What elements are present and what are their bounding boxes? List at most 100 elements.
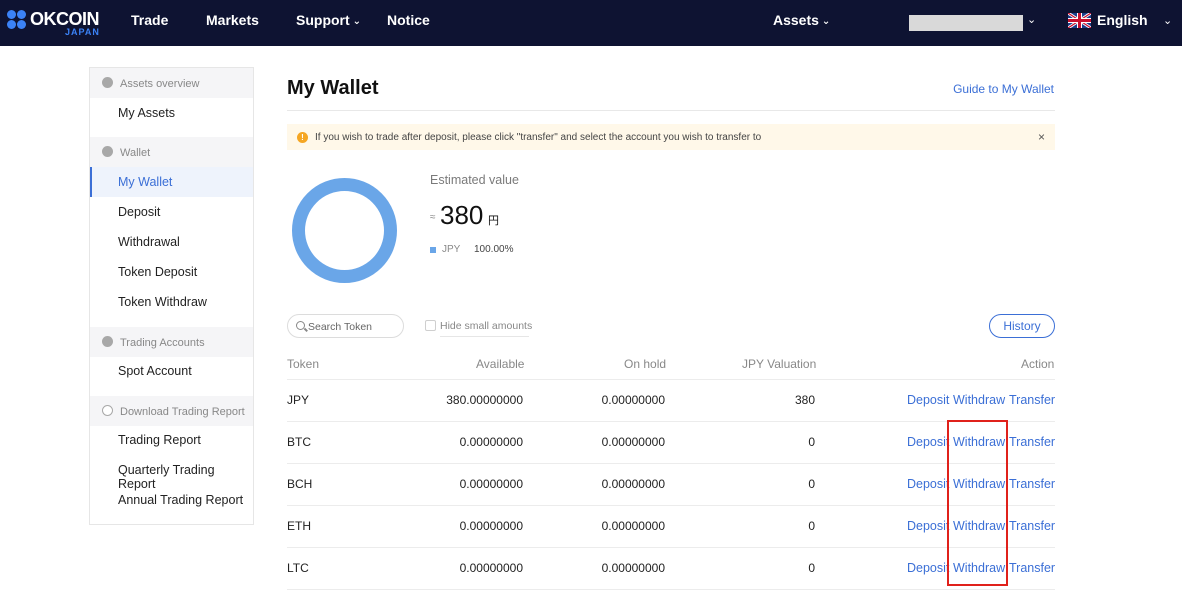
withdraw-link[interactable]: Withdraw <box>953 393 1005 407</box>
transfer-link[interactable]: Transfer <box>1009 519 1055 533</box>
token-cell: LTC <box>287 561 309 575</box>
available-cell: 380.00000000 <box>446 393 523 407</box>
nav-assets[interactable]: Assets ⌄ <box>773 12 830 28</box>
token-cell: BTC <box>287 435 311 449</box>
available-cell: 0.00000000 <box>459 519 523 533</box>
divider <box>440 336 529 337</box>
nav-trade-label: Trade <box>131 12 169 28</box>
sidebar-item-my-assets[interactable]: My Assets <box>90 98 253 128</box>
nav-trade[interactable]: Trade <box>131 12 168 28</box>
sidebar-item-label: Withdrawal <box>118 235 180 249</box>
sidebar-item-token-deposit[interactable]: Token Deposit <box>90 257 253 287</box>
transfer-link[interactable]: Transfer <box>1009 393 1055 407</box>
chevron-down-icon[interactable]: ⌄ <box>1027 13 1036 26</box>
token-cell: JPY <box>287 393 310 407</box>
sidebar-item-label: My Wallet <box>118 175 173 189</box>
sidebar-section-label: Wallet <box>120 147 151 159</box>
divider <box>287 379 1055 380</box>
valuation-cell: 380 <box>794 393 815 407</box>
logo-dots-icon <box>7 10 29 32</box>
nav-support-label: Support <box>296 12 350 28</box>
legend-swatch <box>430 247 436 253</box>
col-header-on-hold: On hold <box>624 357 667 371</box>
warning-icon: ! <box>297 132 308 143</box>
guide-link[interactable]: Guide to My Wallet <box>953 82 1054 96</box>
nav-markets[interactable]: Markets <box>206 12 259 28</box>
sidebar-item-my-wallet[interactable]: My Wallet <box>90 167 253 197</box>
transfer-link[interactable]: Transfer <box>1009 561 1055 575</box>
nav-notice-label: Notice <box>387 12 430 28</box>
hide-small-checkbox[interactable] <box>425 320 436 331</box>
close-icon[interactable]: × <box>1038 130 1045 144</box>
on-hold-cell: 0.00000000 <box>601 393 665 407</box>
valuation-cell: 0 <box>808 519 815 533</box>
trading-accounts-icon <box>102 336 113 347</box>
search-input[interactable]: Search Token <box>287 314 404 338</box>
deposit-link[interactable]: Deposit <box>907 561 949 575</box>
sidebar-item-spot-account[interactable]: Spot Account <box>90 356 253 386</box>
divider <box>287 110 1055 111</box>
okcoin-logo[interactable]: OKCOIN JAPAN <box>7 8 127 38</box>
on-hold-cell: 0.00000000 <box>601 435 665 449</box>
nav-notice[interactable]: Notice <box>387 12 430 28</box>
valuation-cell: 0 <box>808 561 815 575</box>
sidebar-item-token-withdraw[interactable]: Token Withdraw <box>90 287 253 317</box>
divider <box>287 505 1055 506</box>
allocation-donut <box>292 178 397 283</box>
available-cell: 0.00000000 <box>459 561 523 575</box>
nav-support[interactable]: Support ⌄ <box>296 12 361 28</box>
sidebar-item-trading-report[interactable]: Trading Report <box>90 425 253 455</box>
history-button[interactable]: History <box>989 314 1055 338</box>
chevron-down-icon[interactable]: ⌄ <box>1163 14 1172 27</box>
sidebar-item-annual-report[interactable]: Annual Trading Report <box>90 485 253 515</box>
nav-assets-label: Assets <box>773 12 819 28</box>
search-placeholder: Search Token <box>308 321 373 333</box>
deposit-link[interactable]: Deposit <box>907 393 949 407</box>
sidebar-section-label: Trading Accounts <box>120 337 205 349</box>
token-cell: ETH <box>287 519 311 533</box>
sidebar-item-withdrawal[interactable]: Withdrawal <box>90 227 253 257</box>
sidebar-section-assets-overview: Assets overview <box>90 68 253 98</box>
top-nav: OKCOIN JAPAN Trade Markets Support ⌄ Noti… <box>0 0 1182 46</box>
language-label[interactable]: English <box>1097 12 1148 28</box>
user-account-redacted[interactable] <box>909 15 1023 31</box>
donut-ring-jpy <box>292 178 397 283</box>
divider <box>287 421 1055 422</box>
hide-small-label[interactable]: Hide small amounts <box>440 320 532 332</box>
page-title: My Wallet <box>287 77 379 99</box>
divider <box>287 463 1055 464</box>
on-hold-cell: 0.00000000 <box>601 477 665 491</box>
col-header-action: Action <box>1021 357 1055 371</box>
deposit-link[interactable]: Deposit <box>907 519 949 533</box>
deposit-link[interactable]: Deposit <box>907 435 949 449</box>
sidebar-item-label: My Assets <box>118 106 175 120</box>
sidebar-item-label: Trading Report <box>118 433 201 447</box>
wallet-icon <box>102 146 113 157</box>
sidebar-item-deposit[interactable]: Deposit <box>90 197 253 227</box>
deposit-link[interactable]: Deposit <box>907 477 949 491</box>
divider <box>287 589 1055 590</box>
transfer-link[interactable]: Transfer <box>1009 435 1055 449</box>
approx-symbol: ≈ <box>430 212 436 223</box>
transfer-link[interactable]: Transfer <box>1009 477 1055 491</box>
sidebar: Assets overview My Assets Wallet My Wall… <box>89 67 254 525</box>
notice-banner: ! If you wish to trade after deposit, pl… <box>287 124 1055 150</box>
valuation-cell: 0 <box>808 477 815 491</box>
estimated-value-label: Estimated value <box>430 173 519 187</box>
sidebar-section-trading-accounts: Trading Accounts <box>90 327 253 357</box>
on-hold-cell: 0.00000000 <box>601 561 665 575</box>
sidebar-item-quarterly-report[interactable]: Quarterly Trading Report <box>90 455 253 491</box>
uk-flag-icon[interactable] <box>1068 13 1091 28</box>
chevron-down-icon: ⌄ <box>821 16 831 27</box>
nav-markets-label: Markets <box>206 12 259 28</box>
withdraw-highlight-box <box>947 420 1008 586</box>
available-cell: 0.00000000 <box>459 435 523 449</box>
col-header-available: Available <box>476 357 525 371</box>
legend-percent: 100.00% <box>474 244 514 255</box>
search-icon <box>296 321 305 330</box>
sidebar-section-label: Assets overview <box>120 78 200 90</box>
col-header-jpy-valuation: JPY Valuation <box>742 357 817 371</box>
available-cell: 0.00000000 <box>459 477 523 491</box>
sidebar-item-label: Annual Trading Report <box>118 493 244 507</box>
divider <box>287 547 1055 548</box>
